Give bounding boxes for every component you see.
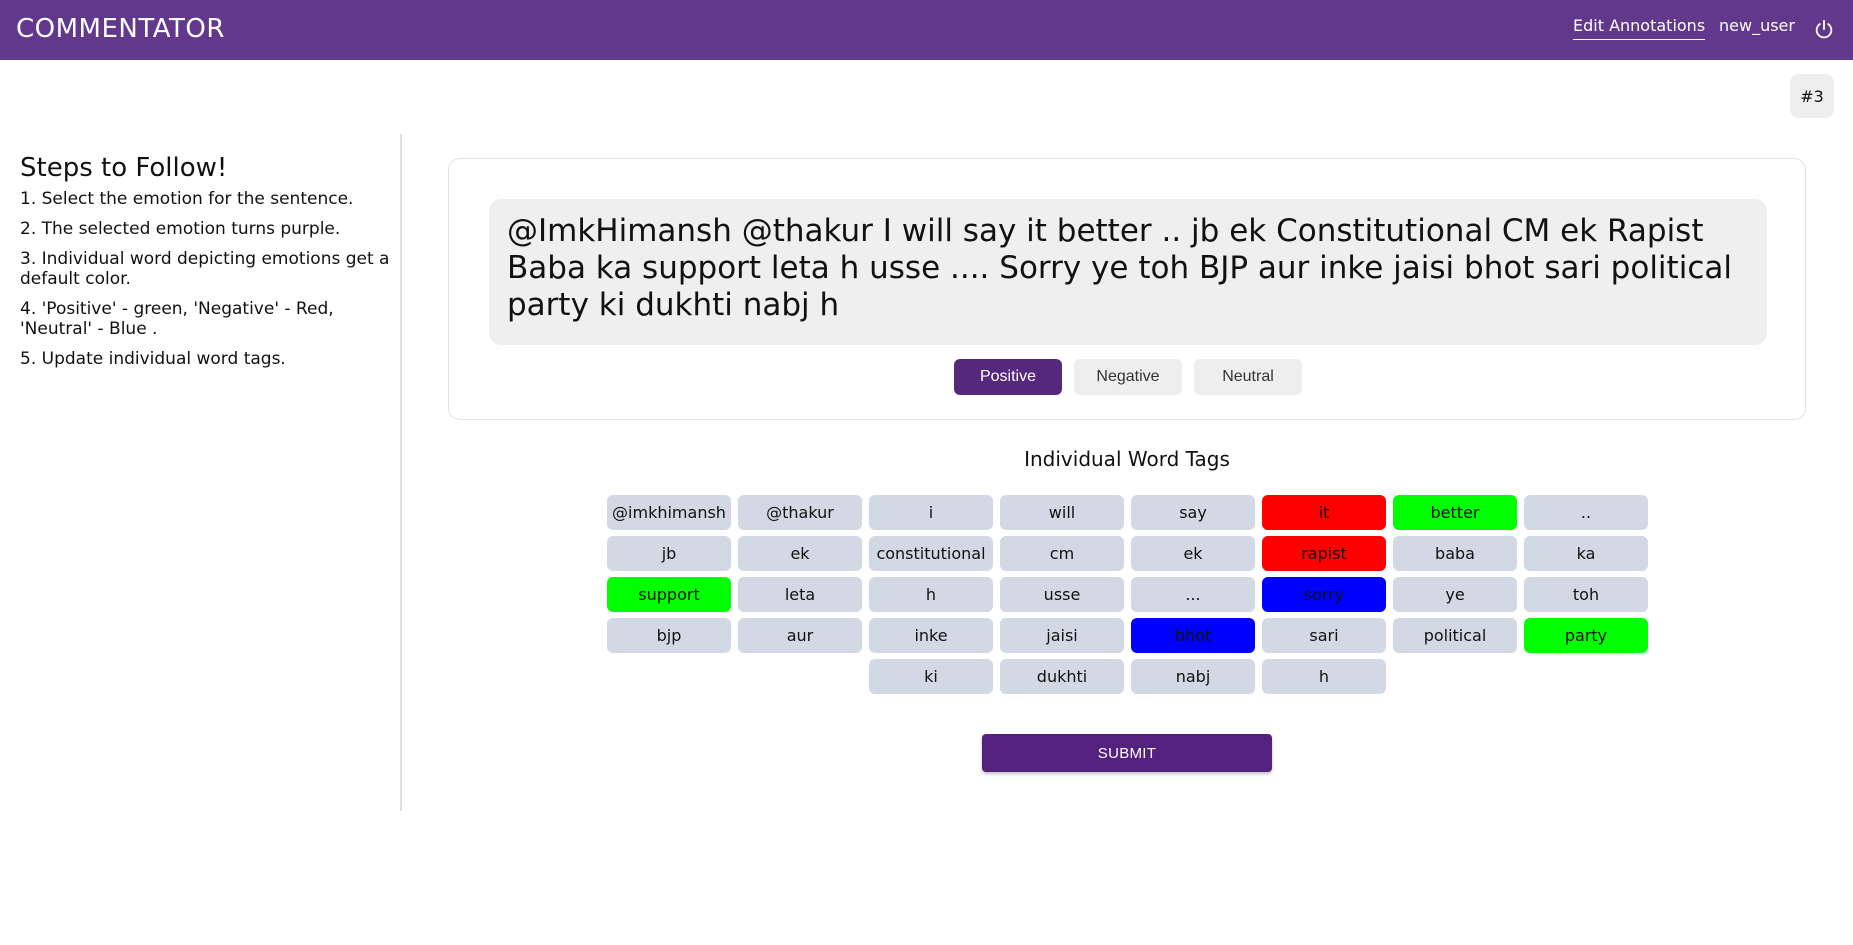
word-tag[interactable]: sari xyxy=(1262,618,1386,653)
word-tag[interactable]: will xyxy=(1000,495,1124,530)
emotion-neutral-button[interactable]: Neutral xyxy=(1194,359,1302,395)
emotion-selector: Positive Negative Neutral xyxy=(449,359,1807,395)
top-app-bar: COMMENTATOR Edit Annotations new_user xyxy=(0,0,1853,60)
word-tag[interactable]: aur xyxy=(738,618,862,653)
word-tag[interactable]: ye xyxy=(1393,577,1517,612)
emotion-negative-button[interactable]: Negative xyxy=(1074,359,1182,395)
step-3: 3. Individual word depicting emotions ge… xyxy=(20,249,390,289)
word-tag[interactable]: bjp xyxy=(607,618,731,653)
steps-title: Steps to Follow! xyxy=(20,153,228,183)
step-5: 5. Update individual word tags. xyxy=(20,349,286,369)
word-tag[interactable]: say xyxy=(1131,495,1255,530)
word-tag[interactable]: ek xyxy=(738,536,862,571)
word-tag[interactable]: inke xyxy=(869,618,993,653)
app-brand: COMMENTATOR xyxy=(16,14,225,44)
word-tag[interactable]: .. xyxy=(1524,495,1648,530)
step-2: 2. The selected emotion turns purple. xyxy=(20,219,341,239)
word-tag[interactable]: it xyxy=(1262,495,1386,530)
word-tag[interactable]: @imkhimansh xyxy=(607,495,731,530)
sidebar-divider xyxy=(400,134,402,811)
sentence-card: @ImkHimansh @thakur I will say it better… xyxy=(448,158,1806,420)
word-tag[interactable]: nabj xyxy=(1131,659,1255,694)
username-link[interactable]: new_user xyxy=(1719,16,1795,35)
word-tag[interactable]: ka xyxy=(1524,536,1648,571)
word-tag[interactable]: dukhti xyxy=(1000,659,1124,694)
word-tag[interactable]: h xyxy=(869,577,993,612)
sentence-text: @ImkHimansh @thakur I will say it better… xyxy=(489,199,1767,345)
word-tag[interactable]: party xyxy=(1524,618,1648,653)
word-tag[interactable]: better xyxy=(1393,495,1517,530)
instructions-sidebar: Steps to Follow! 1. Select the emotion f… xyxy=(20,135,390,379)
word-tag[interactable]: h xyxy=(1262,659,1386,694)
word-tag[interactable]: i xyxy=(869,495,993,530)
word-tag[interactable]: cm xyxy=(1000,536,1124,571)
word-tag[interactable]: bhot xyxy=(1131,618,1255,653)
word-tag[interactable]: ek xyxy=(1131,536,1255,571)
word-tag[interactable]: political xyxy=(1393,618,1517,653)
word-tag[interactable]: jb xyxy=(607,536,731,571)
word-tag[interactable]: @thakur xyxy=(738,495,862,530)
word-tag[interactable]: ... xyxy=(1131,577,1255,612)
word-tag[interactable]: support xyxy=(607,577,731,612)
power-icon[interactable] xyxy=(1813,19,1835,41)
word-tag[interactable]: constitutional xyxy=(869,536,993,571)
word-tags-grid: @imkhimansh @thakur i will say it better.. jb ek… xyxy=(607,495,1649,653)
step-1: 1. Select the emotion for the sentence. xyxy=(20,189,354,209)
step-4: 4. 'Positive' - green, 'Negative' - Red,… xyxy=(20,299,334,339)
word-tag[interactable]: baba xyxy=(1393,536,1517,571)
word-tag[interactable]: usse xyxy=(1000,577,1124,612)
word-tag[interactable]: leta xyxy=(738,577,862,612)
sentence-number-badge: #3 xyxy=(1790,74,1834,118)
word-tag[interactable]: rapist xyxy=(1262,536,1386,571)
emotion-positive-button[interactable]: Positive xyxy=(954,359,1062,395)
word-tag[interactable]: sorry xyxy=(1262,577,1386,612)
word-tags-title: Individual Word Tags xyxy=(1024,447,1230,471)
word-tag[interactable]: toh xyxy=(1524,577,1648,612)
submit-button[interactable]: SUBMIT xyxy=(982,734,1272,772)
word-tag[interactable]: jaisi xyxy=(1000,618,1124,653)
word-tag[interactable]: ki xyxy=(869,659,993,694)
word-tags-grid-last-row: ki dukhti nabj h xyxy=(869,659,1853,694)
edit-annotations-link[interactable]: Edit Annotations xyxy=(1573,16,1706,40)
